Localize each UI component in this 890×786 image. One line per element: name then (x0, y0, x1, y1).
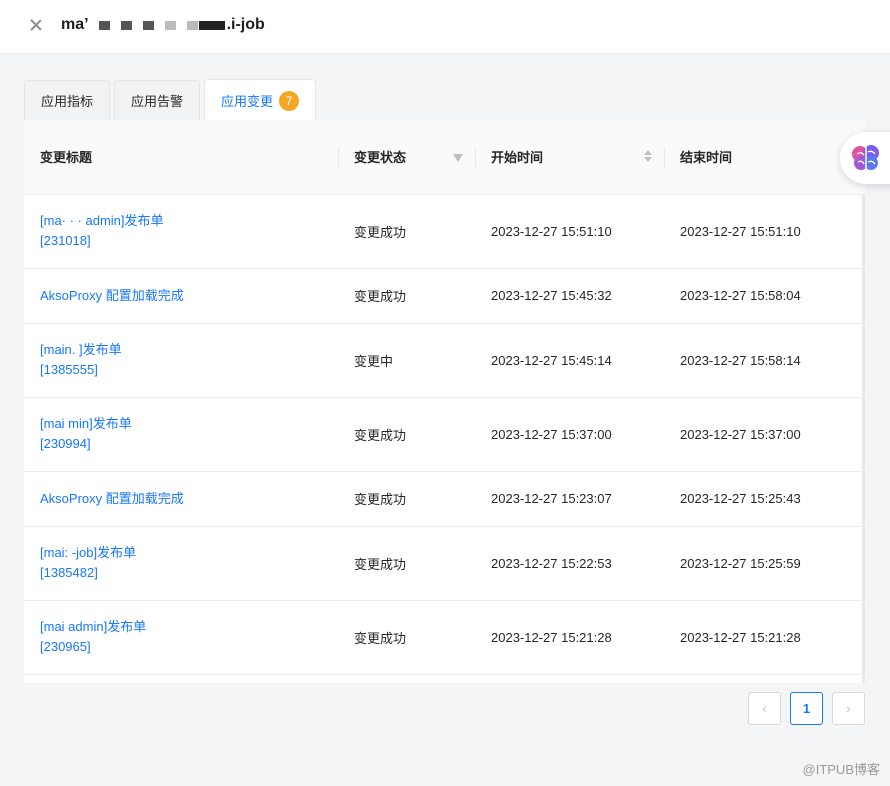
change-title-link[interactable]: AksoProxy 配置加载完成 (24, 471, 338, 527)
drawer-title: ma’ .i-job (61, 16, 265, 33)
table-row: AksoProxy 配置加载完成 变更成功 2023-12-27 15:23:0… (24, 471, 865, 527)
tab-app-alerts[interactable]: 应用告警 (114, 80, 201, 120)
change-status: 变更成功 (338, 600, 475, 675)
prev-page-button[interactable]: ‹ (748, 692, 781, 725)
table-row: [ma· · · admin]发布单 [231018] 变更成功 2023-12-… (24, 194, 865, 269)
change-status: 变更成功 (338, 471, 475, 527)
next-page-button[interactable]: › (832, 692, 865, 725)
ai-assistant-button[interactable] (840, 132, 890, 184)
content-panel: 应用指标 应用告警 应用变更 7 变更标题 变更状态 开始时间 结束时间 [ma… (0, 54, 890, 786)
column-header-title: 变更标题 (24, 120, 338, 195)
start-time: 2023-12-27 15:51:10 (475, 194, 664, 269)
filter-icon[interactable] (453, 150, 463, 165)
drawer-header: ma’ .i-job (0, 0, 890, 54)
end-time: 2023-12-27 15:58:14 (664, 323, 865, 398)
table-row: [mai min]发布单 [230994] 变更成功 2023-12-27 15:… (24, 397, 865, 472)
start-time: 2023-12-27 15:45:32 (475, 268, 664, 324)
table-row: AksoProxy 配置加载完成 变更成功 2023-12-27 15:45:3… (24, 268, 865, 324)
brain-icon (852, 145, 879, 170)
changes-table: 变更标题 变更状态 开始时间 结束时间 [ma· · · admin]发布单 [… (24, 120, 865, 683)
title-redaction (98, 20, 225, 30)
change-status: 变更成功 (338, 397, 475, 472)
end-time: 2023-12-27 15:37:00 (664, 397, 865, 472)
end-time: 2023-12-27 15:21:28 (664, 600, 865, 675)
change-title-link[interactable]: [main. ]发布单 [1385555] (24, 323, 338, 398)
column-header-start-time[interactable]: 开始时间 (475, 120, 664, 195)
start-time: 2023-12-27 15:23:07 (475, 471, 664, 527)
change-count-badge: 7 (279, 90, 300, 111)
change-title-link[interactable]: [mai admin]发布单 [230965] (24, 600, 338, 675)
table-row: [mai admin]发布单 [230965] 变更成功 2023-12-27 1… (24, 600, 865, 675)
change-title-link[interactable]: [ma· · · admin]发布单 [231018] (24, 194, 338, 269)
end-time: 2023-12-27 15:51:10 (664, 194, 865, 269)
start-time: 2023-12-27 15:45:14 (475, 323, 664, 398)
change-status: 变更成功 (338, 194, 475, 269)
page-1-button[interactable]: 1 (790, 692, 823, 725)
change-title-link[interactable]: [mai: -job]发布单 [1385482] (24, 526, 338, 601)
change-status: 变更成功 (338, 526, 475, 601)
change-status: 变更成功 (338, 268, 475, 324)
tab-app-changes[interactable]: 应用变更 7 (204, 79, 317, 121)
table-row: [mai: -job]发布单 [1385482] 变更成功 2023-12-27 … (24, 526, 865, 601)
start-time: 2023-12-27 15:21:28 (475, 600, 664, 675)
table-row: [main. ]发布单 [1385555] 变更中 2023-12-27 15:4… (24, 323, 865, 398)
tab-app-metrics[interactable]: 应用指标 (24, 80, 111, 120)
pagination: ‹ 1 › (748, 692, 865, 725)
end-time: 2023-12-27 15:58:04 (664, 268, 865, 324)
change-title-link[interactable]: AksoProxy 配置加载完成 (24, 268, 338, 324)
column-header-status: 变更状态 (338, 120, 475, 195)
end-time: 2023-12-27 15:25:43 (664, 471, 865, 527)
site-credit: @ITPUB博客 (802, 762, 880, 777)
close-icon[interactable] (26, 15, 46, 35)
end-time: 2023-12-27 15:25:59 (664, 526, 865, 601)
table-header-row: 变更标题 变更状态 开始时间 结束时间 (24, 120, 865, 195)
sort-icon[interactable] (644, 150, 652, 162)
start-time: 2023-12-27 15:22:53 (475, 526, 664, 601)
tab-bar: 应用指标 应用告警 应用变更 7 (24, 79, 317, 121)
column-header-end-time[interactable]: 结束时间 (664, 120, 865, 195)
start-time: 2023-12-27 15:37:00 (475, 397, 664, 472)
change-status: 变更中 (338, 323, 475, 398)
change-title-link[interactable]: [mai min]发布单 [230994] (24, 397, 338, 472)
